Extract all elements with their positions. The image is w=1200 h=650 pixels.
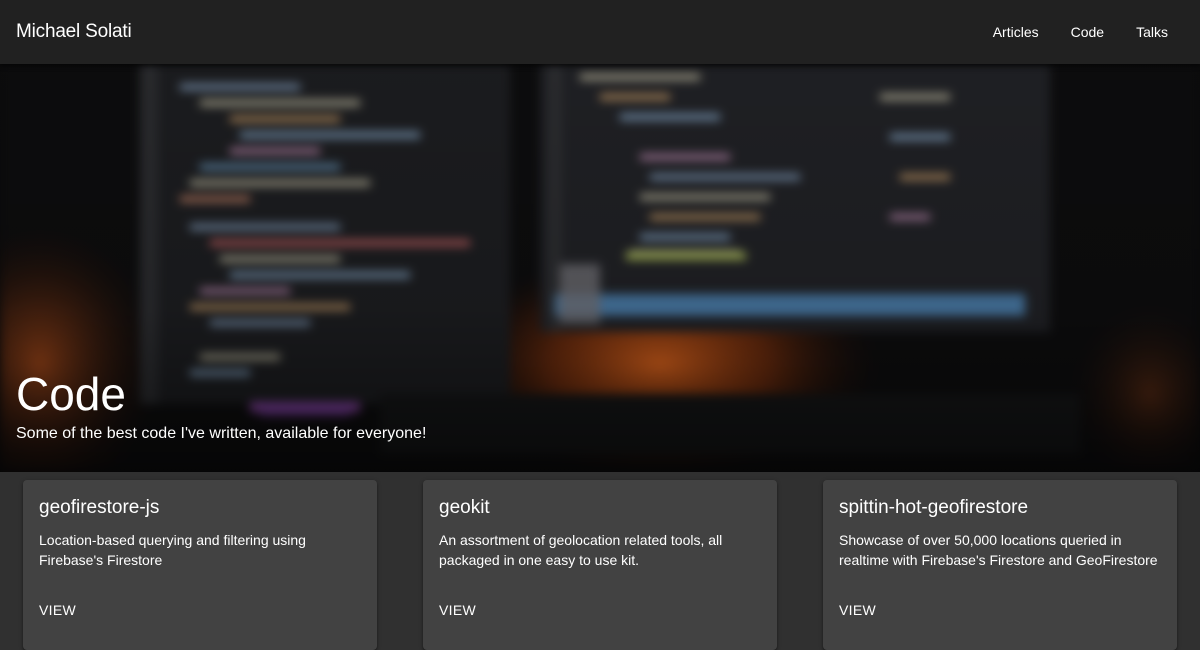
- nav-articles-link[interactable]: Articles: [977, 16, 1055, 48]
- project-card-geokit: geokit An assortment of geolocation rela…: [423, 480, 777, 650]
- hero-text: Code Some of the best code I've written,…: [16, 368, 426, 444]
- card-description: Location-based querying and filtering us…: [39, 532, 306, 568]
- view-button[interactable]: VIEW: [831, 594, 884, 626]
- page-subtitle: Some of the best code I've written, avai…: [16, 425, 427, 442]
- view-button[interactable]: VIEW: [431, 594, 484, 626]
- view-button[interactable]: VIEW: [31, 594, 84, 626]
- project-card-spittin-hot-geofirestore: spittin-hot-geofirestore Showcase of ove…: [823, 480, 1177, 650]
- card-title: spittin-hot-geofirestore: [839, 497, 1029, 518]
- top-toolbar: Michael Solati Articles Code Talks: [0, 0, 1200, 64]
- card-description: Showcase of over 50,000 locations querie…: [839, 532, 1158, 568]
- site-title[interactable]: Michael Solati: [16, 21, 132, 43]
- nav-code-link[interactable]: Code: [1055, 16, 1120, 48]
- page-title: Code: [16, 368, 126, 420]
- card-description: An assortment of geolocation related too…: [439, 532, 723, 568]
- card-title: geokit: [439, 497, 490, 518]
- main-nav: Articles Code Talks: [977, 16, 1184, 48]
- project-card-geofirestore-js: geofirestore-js Location-based querying …: [23, 480, 377, 650]
- project-cards: geofirestore-js Location-based querying …: [0, 472, 1200, 650]
- card-title: geofirestore-js: [39, 497, 160, 518]
- nav-talks-link[interactable]: Talks: [1120, 16, 1184, 48]
- hero-banner: Code Some of the best code I've written,…: [0, 64, 1200, 472]
